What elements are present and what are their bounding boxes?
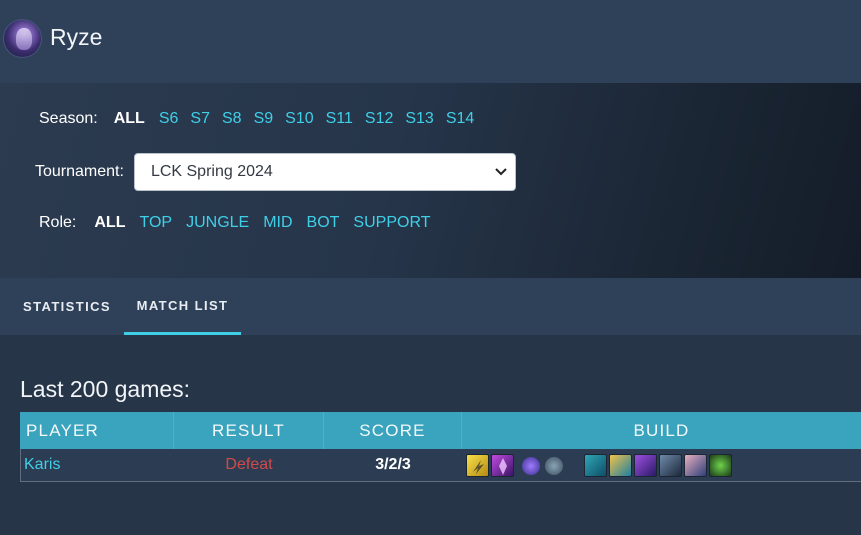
season-option-s13[interactable]: S13 (405, 110, 433, 128)
column-header-result[interactable]: RESULT (174, 412, 324, 449)
teleport-icon (491, 453, 514, 477)
champion-header: Ryze (0, 0, 861, 83)
role-option-mid[interactable]: MID (263, 214, 292, 232)
result-text: Defeat (225, 456, 273, 473)
flash-icon (466, 453, 489, 477)
build-cell (462, 449, 861, 481)
table-header: PLAYER RESULT SCORE BUILD (20, 412, 861, 449)
role-option-support[interactable]: SUPPORT (353, 214, 430, 232)
role-option-top[interactable]: TOP (139, 214, 172, 232)
tournament-label: Tournament: (35, 163, 124, 180)
tournament-filter: Tournament: LCK Spring 2024 (35, 153, 516, 191)
role-label: Role: (39, 214, 77, 231)
keystone-rune-icon (522, 457, 540, 475)
player-link[interactable]: Karis (24, 456, 60, 474)
season-option-s6[interactable]: S6 (159, 110, 179, 128)
season-option-s12[interactable]: S12 (365, 110, 393, 128)
item-2-icon (609, 453, 632, 477)
games-title: Last 200 games: (20, 376, 191, 402)
season-label: Season: (39, 110, 98, 127)
secondary-rune-icon (545, 457, 563, 475)
season-option-s11[interactable]: S11 (326, 110, 353, 128)
score-text: 3/2/3 (375, 456, 411, 473)
tournament-select[interactable]: LCK Spring 2024 (133, 153, 516, 191)
item-5-icon (684, 453, 707, 477)
role-option-bot[interactable]: BOT (307, 214, 340, 232)
season-option-s9[interactable]: S9 (254, 110, 274, 128)
tournament-selected-value: LCK Spring 2024 (150, 163, 273, 180)
item-4-icon (659, 453, 682, 477)
season-option-s14[interactable]: S14 (446, 110, 474, 128)
tab-bar: STATISTICS MATCH LIST (0, 278, 861, 335)
season-filter: Season: ALL S6 S7 S8 S9 S10 S11 S12 S13 … (39, 110, 474, 128)
role-option-jungle[interactable]: JUNGLE (186, 214, 249, 232)
champion-name: Ryze (50, 24, 103, 50)
item-6-icon (709, 453, 732, 477)
match-table: PLAYER RESULT SCORE BUILD Karis Defeat 3… (20, 412, 861, 482)
season-option-s10[interactable]: S10 (285, 110, 313, 128)
filters-panel: Season: ALL S6 S7 S8 S9 S10 S11 S12 S13 … (0, 83, 861, 278)
column-header-build: BUILD (633, 420, 690, 440)
season-option-s7[interactable]: S7 (190, 110, 210, 128)
season-option-all[interactable]: ALL (114, 110, 145, 128)
chevron-down-icon (495, 165, 507, 179)
item-1-icon (584, 453, 607, 477)
tab-match-list[interactable]: MATCH LIST (124, 278, 241, 335)
tab-statistics[interactable]: STATISTICS (10, 278, 124, 335)
role-filter: Role: ALL TOP JUNGLE MID BOT SUPPORT (39, 214, 430, 232)
champion-avatar (3, 19, 42, 58)
column-header-score[interactable]: SCORE (324, 412, 462, 449)
column-header-player[interactable]: PLAYER (20, 412, 174, 449)
role-option-all[interactable]: ALL (94, 214, 125, 232)
table-row: Karis Defeat 3/2/3 (20, 449, 861, 482)
item-3-icon (634, 453, 657, 477)
season-option-s8[interactable]: S8 (222, 110, 242, 128)
